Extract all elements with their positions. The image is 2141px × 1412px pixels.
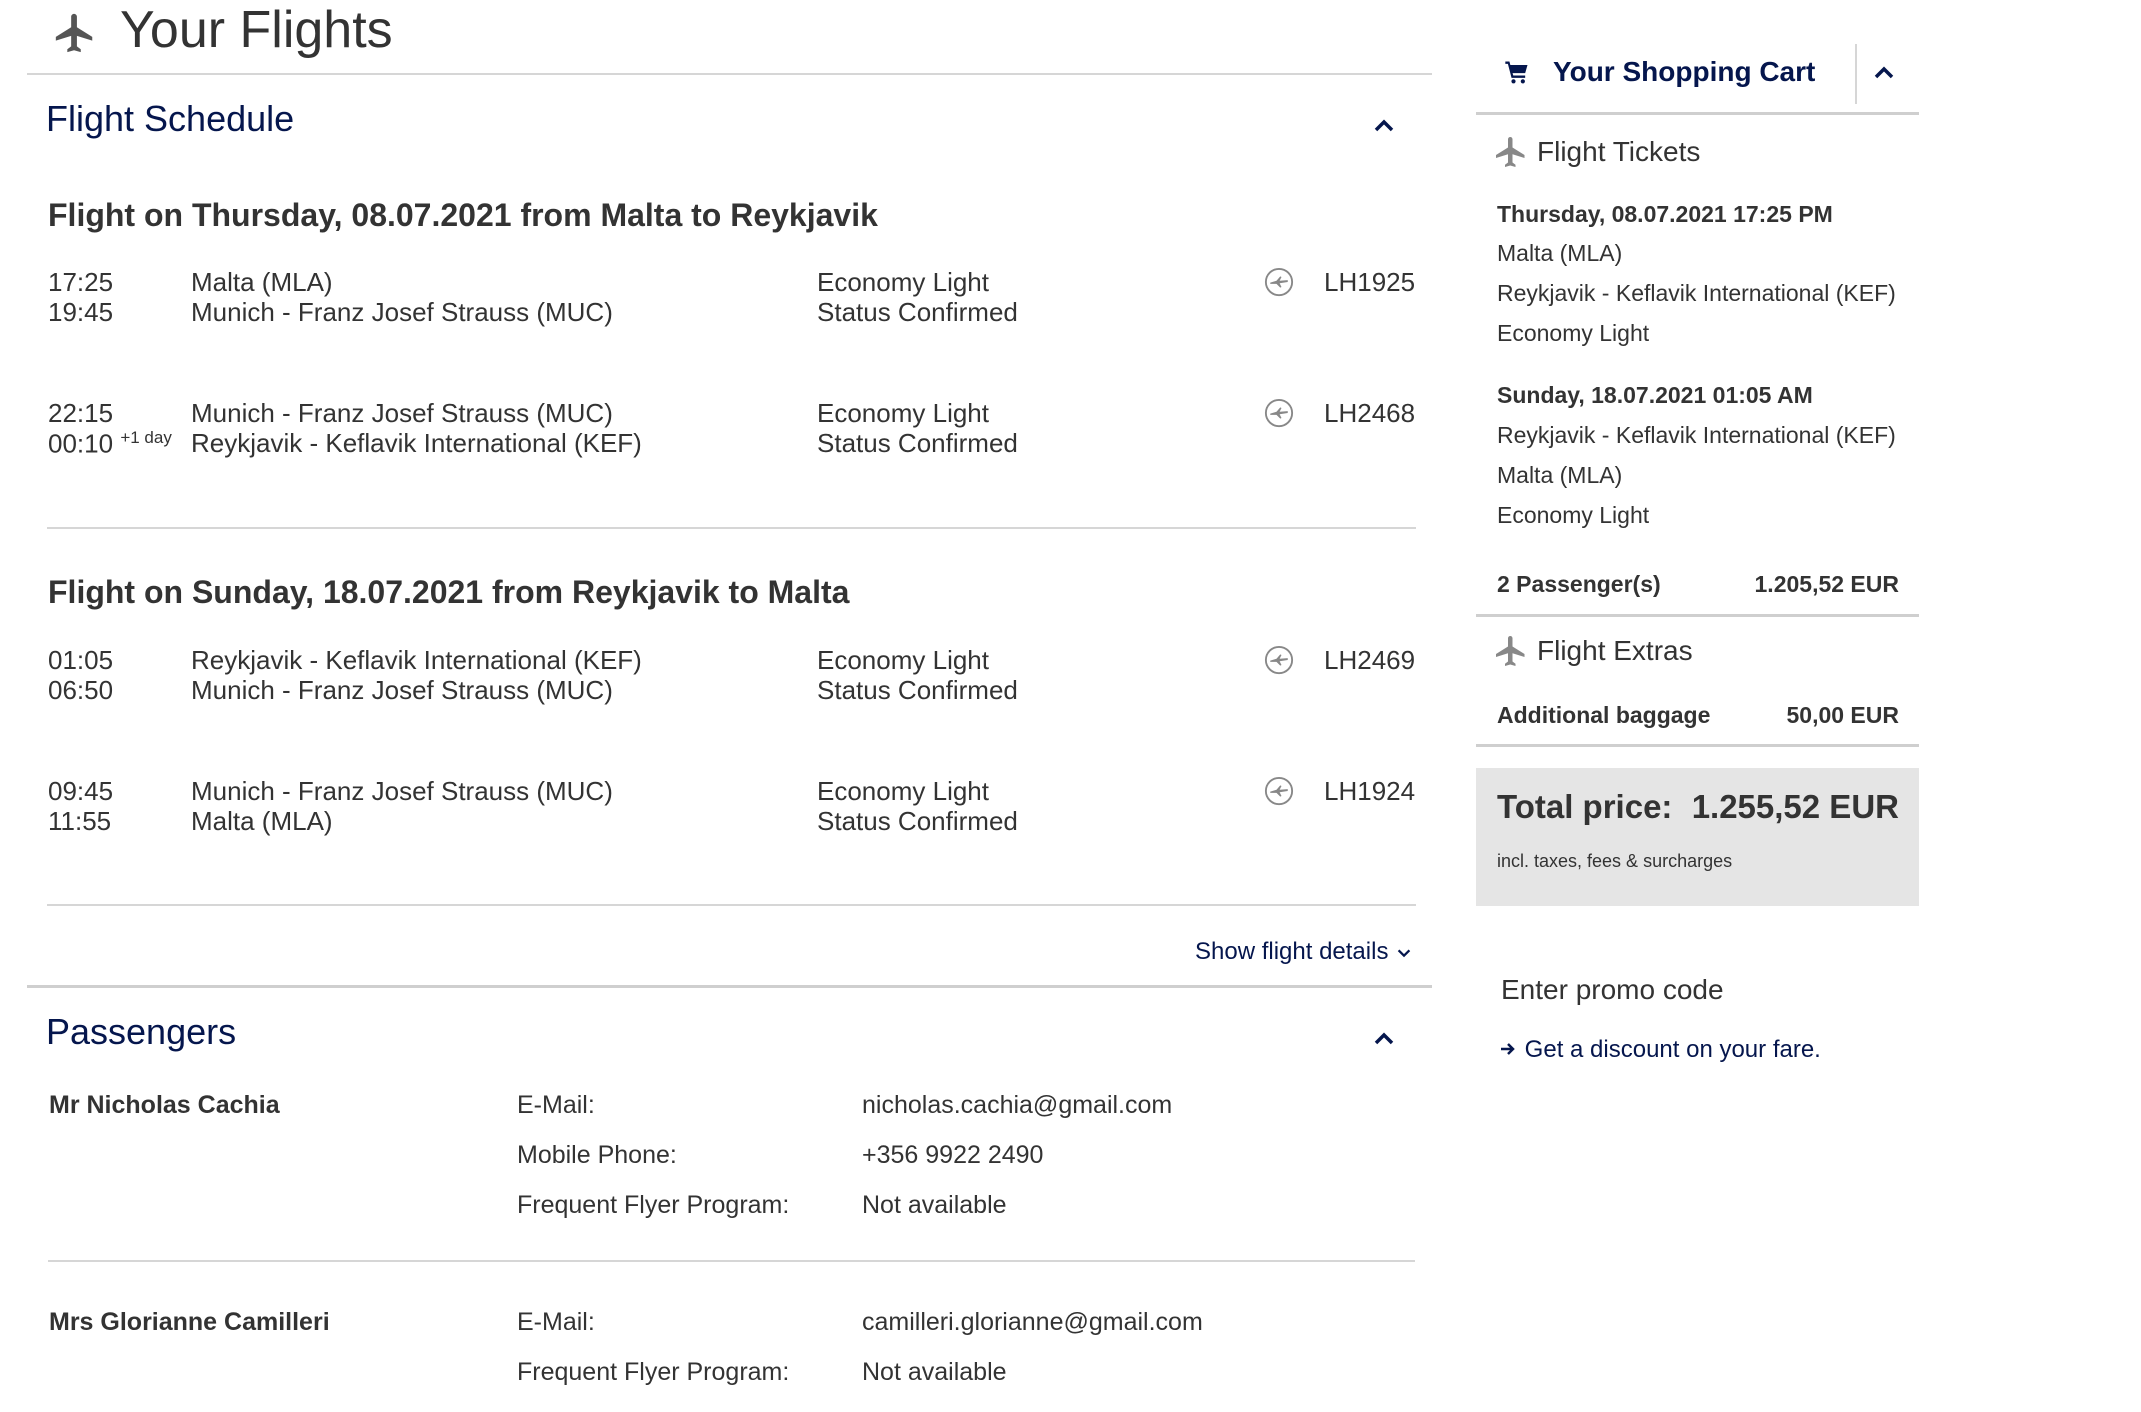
arrival-time: 11:55 [48,806,112,836]
flight-number: LH2468 [1324,398,1416,428]
flight-number: LH2469 [1324,645,1416,675]
departure-time: 09:45 [48,776,114,806]
outbound-from: Malta (MLA) [1497,240,1623,266]
field-label: Frequent Flyer Program: [517,1191,790,1219]
cart-header-divider [1855,44,1857,104]
inbound-fare: Economy Light [1497,502,1650,528]
extra-item-price: 50,00 EUR [1786,702,1899,728]
extra-item-label: Additional baggage [1497,702,1711,728]
fare-class: Economy Light [817,267,989,297]
airline-logo-icon [1264,645,1294,675]
cart-title: Your Shopping Cart [1553,56,1816,87]
cart-section-title: Flight Extras [1537,635,1693,666]
passenger-name: Mr Nicholas Cachia [49,1091,280,1119]
cart-divider [1476,744,1919,747]
booking-status: Status Confirmed [817,297,1018,327]
passenger-divider [48,1260,1415,1262]
arrival-time-value: 00:10 [48,428,114,459]
cart-section-title: Flight Tickets [1537,136,1701,167]
promo-link[interactable]: Get a discount on your fare. [1498,1036,1821,1064]
chevron-down-icon [1397,949,1411,957]
fare-class: Economy Light [817,398,989,428]
segment-divider [47,527,1416,529]
show-flight-details-label: Show flight details [1195,938,1389,965]
departure-airport: Malta (MLA) [191,267,333,297]
outbound-fare: Economy Light [1497,320,1650,346]
airline-logo-icon [1264,267,1294,297]
field-value: Not available [862,1358,1007,1386]
plane-icon [52,10,98,56]
section-title: Flight Schedule [46,98,295,139]
fare-class: Economy Light [817,776,989,806]
segment-title: Flight on Sunday, 18.07.2021 from Reykja… [48,574,850,610]
departure-time: 17:25 [48,267,114,297]
next-day-indicator: +1 day [120,428,172,447]
field-value: Not available [862,1191,1007,1219]
arrival-time: 19:45 [48,297,114,327]
booking-status: Status Confirmed [817,806,1018,836]
page-title: Your Flights [120,1,393,59]
inbound-from: Reykjavik - Keflavik International (KEF) [1497,422,1896,448]
section-divider [27,985,1432,988]
booking-status: Status Confirmed [817,675,1018,705]
arrival-airport: Munich - Franz Josef Strauss (MUC) [191,297,613,327]
arrival-time: 00:10 +1 day [48,428,172,460]
promo-title: Enter promo code [1501,974,1724,1005]
cart-divider [1476,614,1919,617]
total-price-value: 1.255,52 EUR [1691,788,1899,825]
departure-time: 01:05 [48,645,114,675]
field-label: E-Mail: [517,1091,595,1119]
header-divider [27,73,1432,75]
field-value: nicholas.cachia@gmail.com [862,1091,1173,1119]
arrival-airport: Munich - Franz Josef Strauss (MUC) [191,675,613,705]
departure-airport: Munich - Franz Josef Strauss (MUC) [191,776,613,806]
total-price-label: Total price: [1497,788,1673,825]
airline-logo-icon [1264,776,1294,806]
departure-time: 22:15 [48,398,114,428]
arrival-airport: Reykjavik - Keflavik International (KEF) [191,428,642,458]
total-price-note: incl. taxes, fees & surcharges [1497,851,1733,871]
page-header: Your Flights [50,0,1430,70]
arrow-right-icon [1501,1043,1515,1055]
field-value: +356 9922 2490 [862,1141,1044,1169]
chevron-up-icon[interactable] [1364,105,1404,145]
section-title: Passengers [46,1011,237,1052]
plane-icon [1493,134,1529,170]
fare-class: Economy Light [817,645,989,675]
arrival-airport: Malta (MLA) [191,806,333,836]
promo-link-label: Get a discount on your fare. [1524,1036,1821,1063]
flight-number: LH1925 [1324,267,1416,297]
departure-airport: Munich - Franz Josef Strauss (MUC) [191,398,613,428]
passengers-count: 2 Passenger(s) [1497,571,1661,597]
total-price-panel: Total price: 1.255,52 EUR incl. taxes, f… [1476,768,1919,906]
field-label: Frequent Flyer Program: [517,1358,790,1386]
chevron-up-icon[interactable] [1364,1018,1404,1058]
segment-title: Flight on Thursday, 08.07.2021 from Malt… [48,197,878,233]
chevron-up-icon[interactable] [1864,52,1904,92]
arrival-time: 06:50 [48,675,114,705]
plane-icon [1493,633,1529,669]
field-label: Mobile Phone: [517,1141,677,1169]
field-value: camilleri.glorianne@gmail.com [862,1308,1203,1336]
show-flight-details-link[interactable]: Show flight details [1195,938,1413,966]
passenger-name: Mrs Glorianne Camilleri [49,1308,330,1336]
field-label: E-Mail: [517,1308,595,1336]
inbound-datetime: Sunday, 18.07.2021 01:05 AM [1497,382,1813,408]
airline-logo-icon [1264,398,1294,428]
booking-status: Status Confirmed [817,428,1018,458]
outbound-datetime: Thursday, 08.07.2021 17:25 PM [1497,201,1833,227]
outbound-to: Reykjavik - Keflavik International (KEF) [1497,280,1896,306]
segment-divider [47,904,1416,906]
cart-divider [1476,112,1919,115]
departure-airport: Reykjavik - Keflavik International (KEF) [191,645,642,675]
inbound-to: Malta (MLA) [1497,462,1623,488]
flight-number: LH1924 [1324,776,1416,806]
passengers-price: 1.205,52 EUR [1754,571,1899,597]
shopping-cart-icon [1505,61,1528,84]
